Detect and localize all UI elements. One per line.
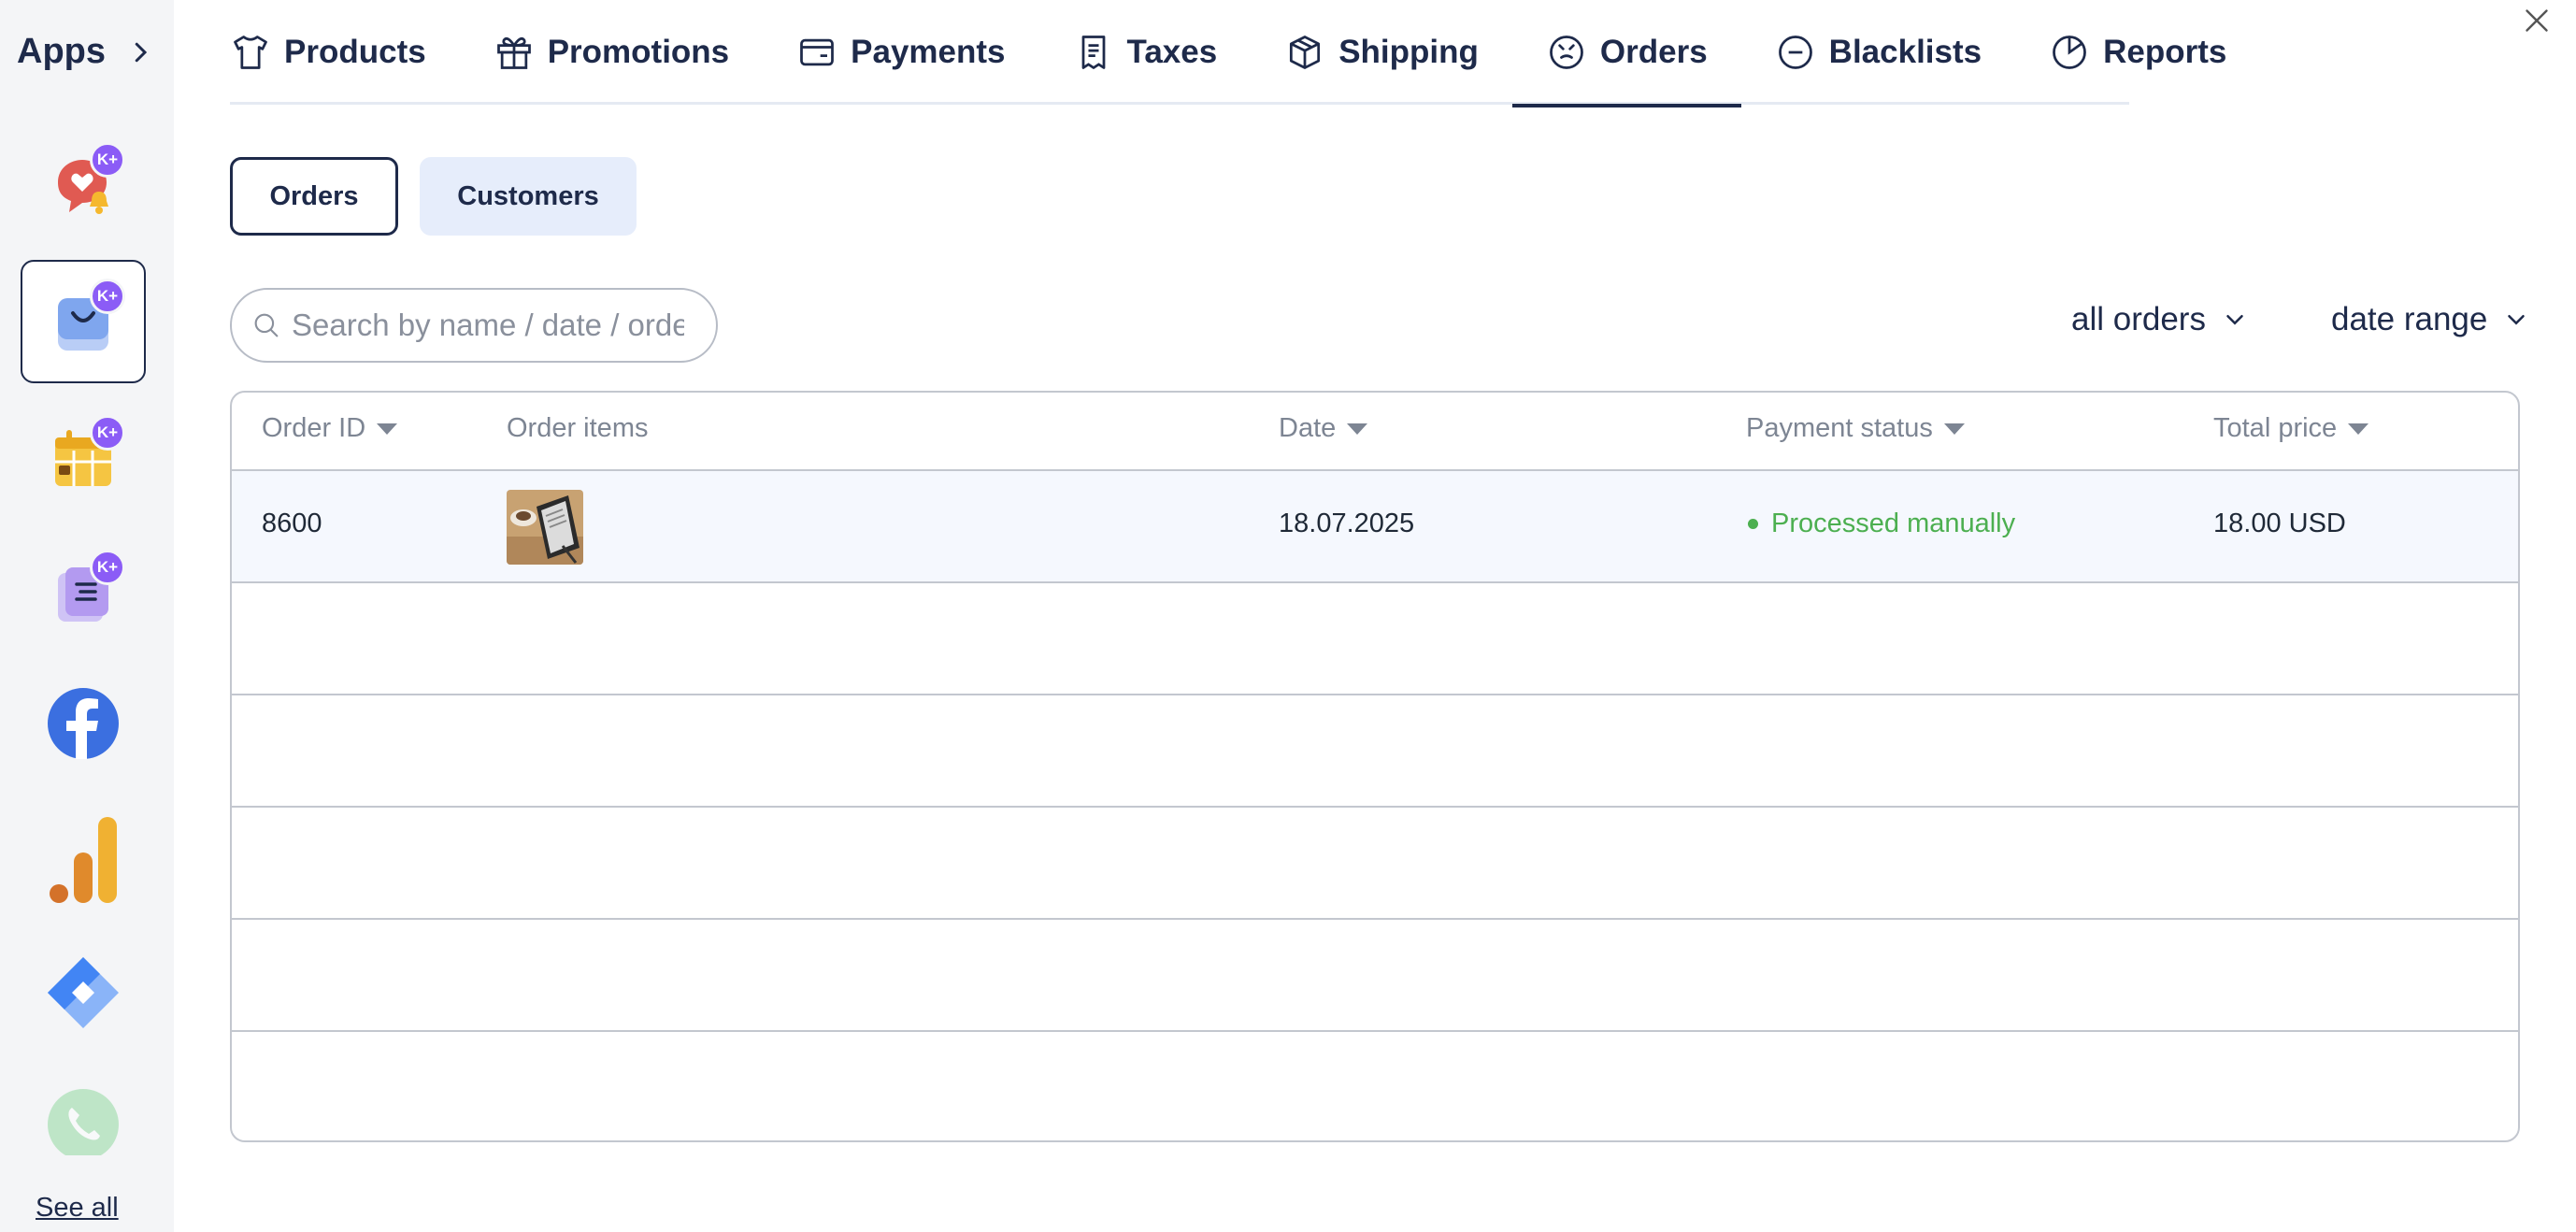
status-dot [1748,519,1758,529]
document-app-icon[interactable]: K+ [21,531,146,654]
whatsapp-icon [48,1089,119,1155]
heart-chat-app-icon[interactable]: K+ [21,125,146,249]
date-cell: 18.07.2025 [1279,509,1415,538]
tab-label: Shipping [1338,34,1479,70]
search-input[interactable] [292,308,684,343]
customers-subtab-button[interactable]: Customers [420,157,637,236]
tag-manager-app-icon[interactable] [21,931,146,1054]
apps-header-link[interactable]: Apps [17,32,154,72]
k-plus-badge: K+ [90,142,125,178]
pie-chart-icon [2053,36,2086,69]
analytics-icon [50,817,117,903]
column-header-payment-status[interactable]: Payment status [1746,413,1965,444]
empty-table-row [232,695,2518,808]
tab-reports[interactable]: Reports [2015,0,2260,105]
receipt-icon [1081,36,1105,69]
chevron-down-icon [2508,315,2526,325]
see-all-link[interactable]: See all [36,1193,119,1224]
apps-sidebar: Apps K+ K+ K+ K+ See all [0,0,174,1232]
search-icon [254,313,279,337]
analytics-app-icon[interactable] [21,798,146,922]
facebook-app-icon[interactable] [21,662,146,785]
orders-subtab-button[interactable]: Orders [230,157,398,236]
tab-payments[interactable]: Payments [763,0,1038,105]
orders-table: Order ID Order items Date Payment status… [230,391,2520,1142]
sort-caret-icon [1347,423,1368,435]
payment-status-cell: Processed manually [1748,509,2015,539]
tab-promotions[interactable]: Promotions [460,0,763,105]
order-item-thumbnail [507,490,583,565]
column-header-label: Order items [507,413,649,443]
tab-label: Orders [1599,34,1708,70]
tab-label: Reports [2103,34,2227,70]
tab-label: Promotions [547,34,730,70]
chevron-right-icon [135,42,148,62]
tab-label: Products [284,34,426,70]
tab-label: Blacklists [1828,34,1982,70]
tag-manager-icon [48,957,119,1028]
k-plus-badge: K+ [90,279,125,314]
column-header-order-id[interactable]: Order ID [262,413,398,444]
column-header-label: Total price [2213,413,2338,443]
column-header-label: Payment status [1746,413,1933,443]
k-plus-badge: K+ [90,550,125,585]
gift-icon [496,36,531,69]
date-range-filter-dropdown[interactable]: date range [2331,301,2530,338]
order-status-filter-label: all orders [2071,301,2206,337]
wallet-icon [800,38,835,66]
orders-icon [1550,36,1583,69]
calendar-app-icon[interactable]: K+ [21,396,146,520]
k-plus-badge: K+ [90,415,125,451]
tab-label: Taxes [1126,34,1218,70]
shopping-bag-app-icon[interactable]: K+ [21,260,146,383]
column-header-total-price[interactable]: Total price [2213,413,2369,444]
tab-label: Payments [851,34,1006,70]
table-row[interactable]: 8600 18.07.2025 Processed manually 18.00… [232,471,2518,583]
sort-caret-icon [1943,423,1965,435]
total-price-cell: 18.00 USD [2213,509,2346,538]
apps-title: Apps [17,32,106,71]
column-header-label: Order ID [262,413,366,443]
tab-shipping[interactable]: Shipping [1251,0,1512,105]
search-box [230,288,718,363]
tab-products[interactable]: Products [230,0,460,105]
close-icon[interactable] [2520,4,2554,37]
facebook-icon [48,688,119,759]
tab-taxes[interactable]: Taxes [1039,0,1252,105]
tab-blacklists[interactable]: Blacklists [1741,0,2015,105]
column-header-date[interactable]: Date [1279,413,1368,444]
whatsapp-app-icon[interactable] [21,1066,146,1155]
column-header-label: Date [1279,413,1337,443]
sort-caret-icon [2348,423,2369,435]
tab-orders[interactable]: Orders [1511,0,1741,107]
date-range-filter-label: date range [2331,301,2488,337]
empty-table-row [232,808,2518,920]
sort-caret-icon [377,423,398,435]
top-tabs: Products Promotions Payments Taxes Shipp… [230,0,2226,107]
order-id-cell: 8600 [262,509,322,538]
column-header-order-items: Order items [507,413,648,444]
minus-circle-icon [1778,36,1812,69]
box-icon [1290,36,1321,69]
order-status-filter-dropdown[interactable]: all orders [2071,301,2249,338]
table-header: Order ID Order items Date Payment status… [232,393,2518,471]
empty-table-row [232,920,2518,1032]
empty-table-row [232,583,2518,695]
payment-status-label: Processed manually [1771,509,2016,538]
tshirt-icon [234,36,267,69]
chevron-down-icon [2226,315,2243,325]
